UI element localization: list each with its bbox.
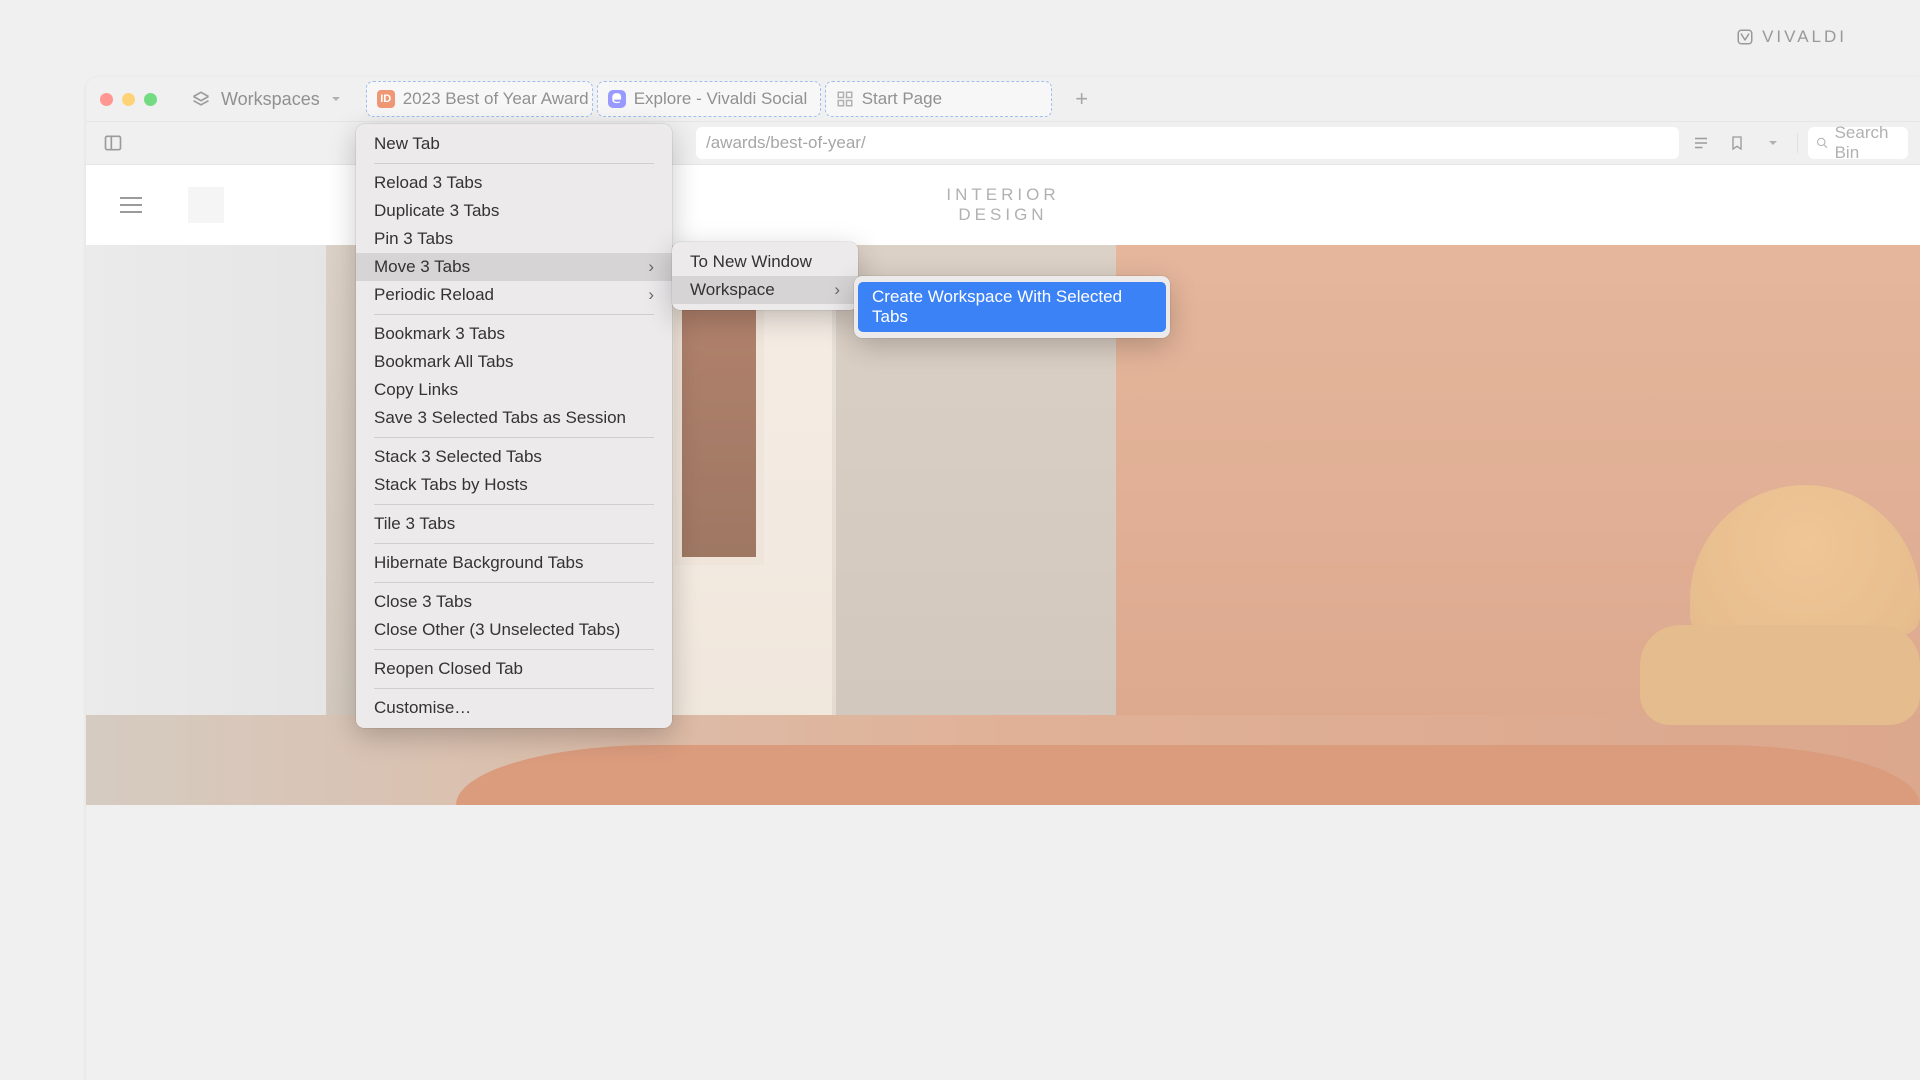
url-field[interactable]: /awards/best-of-year/ bbox=[696, 127, 1679, 159]
chevron-right-icon: › bbox=[648, 257, 654, 277]
tab-3-title: Start Page bbox=[862, 89, 942, 109]
favicon-id: ID bbox=[377, 90, 395, 108]
menu-move[interactable]: Move 3 Tabs › bbox=[356, 253, 672, 281]
tab-2[interactable]: Explore - Vivaldi Social bbox=[597, 81, 821, 117]
tab-1-title: 2023 Best of Year Award W bbox=[403, 89, 593, 109]
site-logo-line1: INTERIOR bbox=[946, 185, 1059, 205]
close-window-button[interactable] bbox=[100, 93, 113, 106]
move-submenu: To New Window Workspace › bbox=[672, 242, 858, 310]
reader-view-button[interactable] bbox=[1687, 129, 1715, 157]
menu-divider bbox=[374, 543, 654, 544]
workspaces-label: Workspaces bbox=[221, 89, 320, 110]
separator bbox=[1797, 133, 1798, 153]
panel-toggle-button[interactable] bbox=[98, 128, 128, 158]
header-placeholder bbox=[188, 187, 224, 223]
menu-new-tab[interactable]: New Tab bbox=[356, 130, 672, 158]
submenu-to-new-window[interactable]: To New Window bbox=[672, 248, 858, 276]
tab-3[interactable]: Start Page bbox=[825, 81, 1052, 117]
submenu-workspace[interactable]: Workspace › bbox=[672, 276, 858, 304]
bookmark-icon bbox=[1729, 134, 1745, 152]
vivaldi-brand: VIVALDI bbox=[1736, 27, 1847, 47]
window-controls bbox=[100, 93, 157, 106]
site-logo-line2: DESIGN bbox=[946, 205, 1059, 225]
panel-icon bbox=[103, 133, 123, 153]
chevron-right-icon: › bbox=[834, 280, 840, 300]
menu-divider bbox=[374, 314, 654, 315]
favicon-startpage bbox=[836, 90, 854, 108]
tab-bar: Workspaces ID 2023 Best of Year Award W … bbox=[86, 77, 1920, 122]
maximize-window-button[interactable] bbox=[144, 93, 157, 106]
search-icon bbox=[1816, 135, 1829, 151]
menu-divider bbox=[374, 582, 654, 583]
menu-reload[interactable]: Reload 3 Tabs bbox=[356, 169, 672, 197]
search-placeholder: Search Bin bbox=[1835, 123, 1900, 163]
menu-close-other[interactable]: Close Other (3 Unselected Tabs) bbox=[356, 616, 672, 644]
menu-divider bbox=[374, 649, 654, 650]
workspaces-button[interactable]: Workspaces bbox=[183, 85, 350, 114]
menu-divider bbox=[374, 504, 654, 505]
vivaldi-icon bbox=[1736, 28, 1754, 46]
tab-context-menu: New Tab Reload 3 Tabs Duplicate 3 Tabs P… bbox=[356, 124, 672, 728]
chevron-right-icon: › bbox=[648, 285, 654, 305]
search-field[interactable]: Search Bin bbox=[1808, 127, 1908, 159]
menu-pin[interactable]: Pin 3 Tabs bbox=[356, 225, 672, 253]
menu-customise[interactable]: Customise… bbox=[356, 694, 672, 722]
bookmark-dropdown-button[interactable] bbox=[1759, 129, 1787, 157]
bookmark-button[interactable] bbox=[1723, 129, 1751, 157]
hamburger-menu-button[interactable] bbox=[120, 197, 142, 213]
submenu-create-workspace[interactable]: Create Workspace With Selected Tabs bbox=[858, 282, 1166, 332]
menu-close3[interactable]: Close 3 Tabs bbox=[356, 588, 672, 616]
menu-tile[interactable]: Tile 3 Tabs bbox=[356, 510, 672, 538]
menu-stack-selected[interactable]: Stack 3 Selected Tabs bbox=[356, 443, 672, 471]
menu-periodic-reload[interactable]: Periodic Reload › bbox=[356, 281, 672, 309]
menu-bookmark3[interactable]: Bookmark 3 Tabs bbox=[356, 320, 672, 348]
workspace-submenu: Create Workspace With Selected Tabs bbox=[854, 276, 1170, 338]
menu-stack-hosts[interactable]: Stack Tabs by Hosts bbox=[356, 471, 672, 499]
menu-divider bbox=[374, 437, 654, 438]
menu-save-session[interactable]: Save 3 Selected Tabs as Session bbox=[356, 404, 672, 432]
favicon-mastodon bbox=[608, 90, 626, 108]
menu-reopen[interactable]: Reopen Closed Tab bbox=[356, 655, 672, 683]
chevron-down-icon bbox=[1767, 137, 1779, 149]
site-logo: INTERIOR DESIGN bbox=[946, 185, 1059, 224]
tab-1[interactable]: ID 2023 Best of Year Award W bbox=[366, 81, 593, 117]
chevron-down-icon bbox=[330, 93, 342, 105]
new-tab-button[interactable]: + bbox=[1066, 83, 1098, 115]
reader-icon bbox=[1692, 134, 1710, 152]
url-text: /awards/best-of-year/ bbox=[706, 133, 866, 153]
menu-copy-links[interactable]: Copy Links bbox=[356, 376, 672, 404]
workspaces-icon bbox=[191, 89, 211, 109]
tab-2-title: Explore - Vivaldi Social bbox=[634, 89, 808, 109]
menu-hibernate[interactable]: Hibernate Background Tabs bbox=[356, 549, 672, 577]
minimize-window-button[interactable] bbox=[122, 93, 135, 106]
menu-divider bbox=[374, 688, 654, 689]
menu-bookmark-all[interactable]: Bookmark All Tabs bbox=[356, 348, 672, 376]
menu-duplicate[interactable]: Duplicate 3 Tabs bbox=[356, 197, 672, 225]
menu-divider bbox=[374, 163, 654, 164]
vivaldi-brand-text: VIVALDI bbox=[1762, 27, 1847, 47]
